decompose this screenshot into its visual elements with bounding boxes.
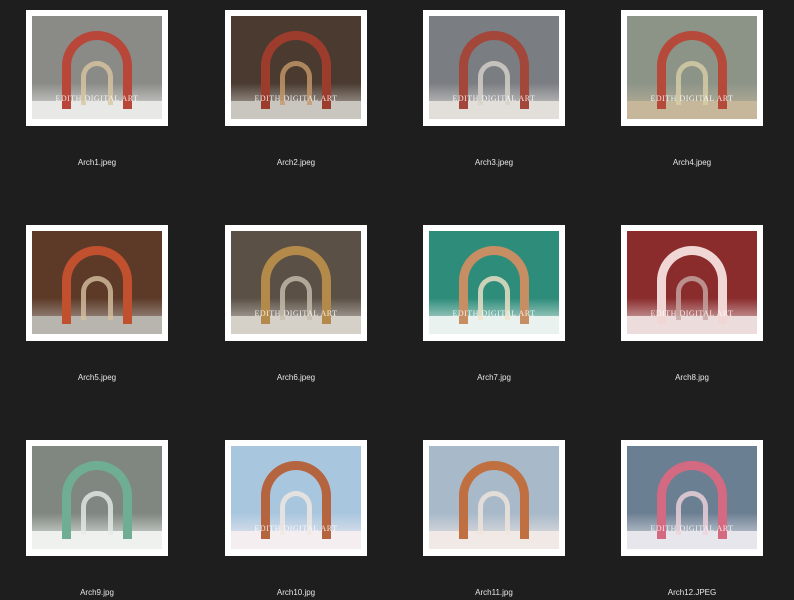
file-thumbnail[interactable]: EDITH DIGITAL ART <box>621 440 763 556</box>
file-thumbnail[interactable]: EDITH DIGITAL ART <box>225 225 367 341</box>
file-item[interactable]: EDITH DIGITAL ART Arch3.jpeg <box>423 10 565 167</box>
watermark-text: EDITH DIGITAL ART <box>650 524 734 533</box>
watermark-text: EDITH DIGITAL ART <box>452 309 536 318</box>
file-grid: EDITH DIGITAL ART Arch1.jpeg EDITH DIGITAL… <box>0 0 794 600</box>
file-thumbnail[interactable] <box>26 440 168 556</box>
watermark-text: EDITH DIGITAL ART <box>254 94 338 103</box>
file-item[interactable]: EDITH DIGITAL ART Arch2.jpeg <box>225 10 367 167</box>
file-thumbnail[interactable]: EDITH DIGITAL ART <box>225 440 367 556</box>
inner-arch-shape <box>478 491 510 535</box>
thumbnail-image <box>429 446 559 549</box>
file-item[interactable]: Arch11.jpg <box>423 440 565 597</box>
file-item[interactable]: EDITH DIGITAL ART Arch12.JPEG <box>621 440 763 597</box>
file-thumbnail[interactable] <box>26 225 168 341</box>
file-name-label[interactable]: Arch2.jpeg <box>225 158 367 167</box>
inner-arch-shape <box>81 491 113 535</box>
file-name-label[interactable]: Arch3.jpeg <box>423 158 565 167</box>
file-name-label[interactable]: Arch5.jpeg <box>26 373 168 382</box>
thumbnail-image: EDITH DIGITAL ART <box>231 231 361 334</box>
file-item[interactable]: EDITH DIGITAL ART Arch1.jpeg <box>26 10 168 167</box>
watermark-text: EDITH DIGITAL ART <box>254 309 338 318</box>
file-item[interactable]: EDITH DIGITAL ART Arch4.jpeg <box>621 10 763 167</box>
watermark-text: EDITH DIGITAL ART <box>452 94 536 103</box>
file-item[interactable]: Arch9.jpg <box>26 440 168 597</box>
file-name-label[interactable]: Arch10.jpg <box>225 588 367 597</box>
file-item[interactable]: EDITH DIGITAL ART Arch6.jpeg <box>225 225 367 382</box>
file-item[interactable]: Arch5.jpeg <box>26 225 168 382</box>
file-thumbnail[interactable]: EDITH DIGITAL ART <box>225 10 367 126</box>
thumbnail-image <box>32 446 162 549</box>
thumbnail-image <box>32 231 162 334</box>
file-name-label[interactable]: Arch7.jpg <box>423 373 565 382</box>
file-thumbnail[interactable]: EDITH DIGITAL ART <box>423 10 565 126</box>
watermark-text: EDITH DIGITAL ART <box>650 309 734 318</box>
file-thumbnail[interactable]: EDITH DIGITAL ART <box>26 10 168 126</box>
file-name-label[interactable]: Arch8.jpg <box>621 373 763 382</box>
file-name-label[interactable]: Arch12.JPEG <box>621 588 763 597</box>
thumbnail-image: EDITH DIGITAL ART <box>429 231 559 334</box>
file-name-label[interactable]: Arch6.jpeg <box>225 373 367 382</box>
thumbnail-image: EDITH DIGITAL ART <box>627 16 757 119</box>
file-name-label[interactable]: Arch1.jpeg <box>26 158 168 167</box>
file-item[interactable]: EDITH DIGITAL ART Arch8.jpg <box>621 225 763 382</box>
thumbnail-image: EDITH DIGITAL ART <box>627 446 757 549</box>
file-thumbnail[interactable]: EDITH DIGITAL ART <box>621 225 763 341</box>
file-name-label[interactable]: Arch4.jpeg <box>621 158 763 167</box>
thumbnail-image: EDITH DIGITAL ART <box>231 446 361 549</box>
watermark-text: EDITH DIGITAL ART <box>254 524 338 533</box>
file-name-label[interactable]: Arch11.jpg <box>423 588 565 597</box>
thumbnail-image: EDITH DIGITAL ART <box>32 16 162 119</box>
file-thumbnail[interactable]: EDITH DIGITAL ART <box>423 225 565 341</box>
file-thumbnail[interactable] <box>423 440 565 556</box>
file-item[interactable]: EDITH DIGITAL ART Arch10.jpg <box>225 440 367 597</box>
file-name-label[interactable]: Arch9.jpg <box>26 588 168 597</box>
thumbnail-image: EDITH DIGITAL ART <box>627 231 757 334</box>
file-thumbnail[interactable]: EDITH DIGITAL ART <box>621 10 763 126</box>
thumbnail-image: EDITH DIGITAL ART <box>231 16 361 119</box>
inner-arch-shape <box>81 276 113 320</box>
thumbnail-image: EDITH DIGITAL ART <box>429 16 559 119</box>
watermark-text: EDITH DIGITAL ART <box>650 94 734 103</box>
watermark-text: EDITH DIGITAL ART <box>55 94 139 103</box>
file-item[interactable]: EDITH DIGITAL ART Arch7.jpg <box>423 225 565 382</box>
